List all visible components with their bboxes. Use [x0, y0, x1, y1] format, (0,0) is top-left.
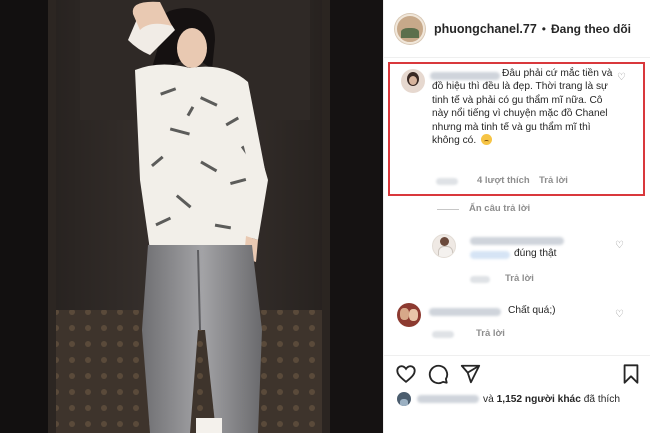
replies-divider: [437, 209, 459, 210]
reply-text: Chất quá;): [508, 305, 556, 316]
comment-reply-button[interactable]: Trả lời: [539, 175, 568, 186]
comment-text: Đâu phải cứ mắc tiền và đồ hiệu thì đều …: [432, 68, 613, 147]
unamused-emoji-icon: [481, 134, 493, 146]
post-header: phuongchanel.77 • Đang theo dõi: [384, 0, 650, 58]
likes-summary: và 1,152 người khác đã thích: [397, 392, 620, 406]
likes-suffix: đã thích: [583, 393, 620, 405]
header-separator: •: [541, 21, 546, 36]
liker-avatar[interactable]: [397, 392, 411, 406]
comment-body: Đâu phải cứ mắc tiền và đồ hiệu thì đều …: [432, 67, 617, 147]
blurred-timestamp: [470, 276, 490, 283]
post-sidebar: phuongchanel.77 • Đang theo dõi Đâu phải…: [383, 0, 650, 433]
comment-like-heart-icon[interactable]: ♡: [616, 72, 627, 83]
hide-replies-button[interactable]: Ẩn câu trả lời: [469, 203, 530, 214]
likes-prefix: và: [483, 393, 494, 405]
following-button[interactable]: Đang theo dõi: [551, 22, 631, 36]
reply-like-heart-icon[interactable]: ♡: [614, 240, 625, 251]
comment-icon[interactable]: [427, 363, 449, 385]
blurred-username: [470, 237, 564, 245]
actions-divider: [384, 355, 650, 356]
author-username[interactable]: phuongchanel.77: [434, 22, 537, 36]
share-icon[interactable]: [459, 363, 481, 385]
reply-avatar[interactable]: [397, 303, 421, 327]
blurred-timestamp: [436, 178, 458, 185]
reply-button[interactable]: Trả lời: [476, 328, 505, 339]
reply-button[interactable]: Trả lời: [505, 273, 534, 284]
reply-text: đúng thật: [514, 248, 557, 259]
heart-icon[interactable]: [395, 363, 417, 385]
reply-avatar[interactable]: [432, 234, 456, 258]
commenter-avatar[interactable]: [401, 69, 425, 93]
author-avatar[interactable]: [395, 13, 425, 44]
blurred-timestamp: [432, 331, 454, 338]
bookmark-icon[interactable]: [620, 363, 642, 385]
likes-count[interactable]: 1,152 người khác: [497, 394, 581, 405]
blurred-mention: [470, 251, 510, 259]
comment-likes-count[interactable]: 4 lượt thích: [477, 175, 530, 186]
blurred-username: [429, 308, 501, 316]
blurred-liker-name: [417, 395, 479, 403]
photo-illustration: [0, 0, 383, 433]
reply-like-heart-icon[interactable]: ♡: [614, 309, 625, 320]
likes-text: và 1,152 người khác đã thích: [483, 394, 620, 405]
post-photo: [0, 0, 383, 433]
